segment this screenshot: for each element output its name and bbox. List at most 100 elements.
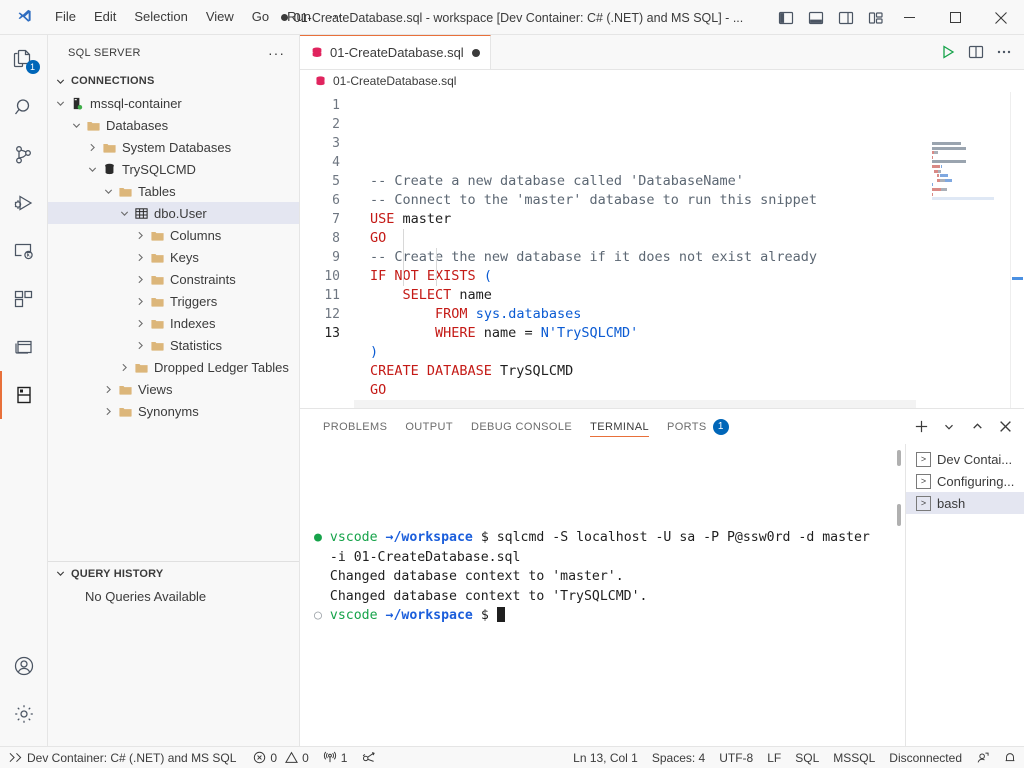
activity-item-run-and-debug[interactable] (0, 179, 48, 227)
code-editor[interactable]: 12345678910111213 -- Create a new databa… (300, 92, 1024, 408)
minimap[interactable] (924, 92, 1010, 408)
tree-item-columns[interactable]: Columns (48, 224, 299, 246)
status-eol[interactable]: LF (760, 747, 788, 768)
chevron-down-icon[interactable] (52, 98, 68, 109)
chevron-down-icon[interactable] (84, 164, 100, 175)
split-editor-button[interactable] (964, 40, 988, 64)
activity-item-database-projects[interactable] (0, 323, 48, 371)
code-line[interactable]: IF NOT EXISTS ( (354, 267, 924, 286)
maximize-button[interactable] (932, 0, 978, 35)
code-line[interactable]: GO (354, 381, 924, 400)
status-problems[interactable]: 0 0 (246, 747, 315, 768)
chevron-right-icon[interactable] (132, 252, 148, 263)
tree-item-views[interactable]: Views (48, 378, 299, 400)
code-line[interactable]: ) (354, 343, 924, 362)
chevron-down-icon[interactable] (100, 186, 116, 197)
chevron-right-icon[interactable] (132, 340, 148, 351)
tree-item-trysqlcmd[interactable]: TrySQLCMD (48, 158, 299, 180)
code-line[interactable]: -- Create a new database called 'Databas… (354, 172, 924, 191)
chevron-right-icon[interactable] (132, 318, 148, 329)
status-editor-position[interactable]: Ln 13, Col 1 (566, 747, 645, 768)
tree-item-triggers[interactable]: Triggers (48, 290, 299, 312)
status-remote-indicator[interactable]: Dev Container: C# (.NET) and MS SQL (0, 747, 246, 768)
code-line[interactable]: -- Create the new database if it does no… (354, 248, 924, 267)
chevron-right-icon[interactable] (100, 406, 116, 417)
chevron-down-icon[interactable] (68, 120, 84, 131)
code-line[interactable]: -- Connect to the 'master' database to r… (354, 191, 924, 210)
activity-item-sql-server[interactable] (0, 371, 48, 419)
code-line[interactable]: USE master (354, 210, 924, 229)
menu-more[interactable]: ⋯ (320, 5, 351, 29)
activity-item-extensions[interactable] (0, 275, 48, 323)
chevron-right-icon[interactable] (132, 296, 148, 307)
chevron-right-icon[interactable] (100, 384, 116, 395)
tree-item-dropped-ledger-tables[interactable]: Dropped Ledger Tables (48, 356, 299, 378)
code-line[interactable]: CREATE DATABASE TrySQLCMD (354, 362, 924, 381)
terminal-list-item[interactable]: >Dev Contai... (906, 448, 1024, 470)
terminal-list-item[interactable]: >Configuring... (906, 470, 1024, 492)
code-line[interactable]: SELECT name (354, 286, 924, 305)
code-line[interactable]: FROM sys.databases (354, 305, 924, 324)
toggle-primary-sidebar-icon[interactable] (776, 8, 796, 28)
code-line[interactable]: WHERE name = N'TrySQLCMD' (354, 324, 924, 343)
tree-item-databases[interactable]: Databases (48, 114, 299, 136)
run-query-button[interactable] (936, 40, 960, 64)
activity-item-explorer[interactable]: 1 (0, 35, 48, 83)
new-terminal-button[interactable] (910, 416, 932, 438)
connections-section-header[interactable]: CONNECTIONS (48, 70, 299, 92)
tree-item-constraints[interactable]: Constraints (48, 268, 299, 290)
activity-item-accounts[interactable] (0, 642, 48, 690)
chevron-right-icon[interactable] (116, 362, 132, 373)
activity-item-settings[interactable] (0, 690, 48, 738)
close-panel-button[interactable] (994, 416, 1016, 438)
tree-item-keys[interactable]: Keys (48, 246, 299, 268)
tree-item-tables[interactable]: Tables (48, 180, 299, 202)
overview-ruler[interactable] (1010, 92, 1024, 408)
status-language-mode[interactable]: SQL (788, 747, 826, 768)
terminal-scrollbar[interactable] (897, 450, 901, 466)
editor-tab-01-createdatabase[interactable]: 01-CreateDatabase.sql (300, 35, 491, 69)
menu-go[interactable]: Go (243, 5, 278, 29)
editor-more-actions-button[interactable] (992, 40, 1016, 64)
tree-item-dbo-user[interactable]: dbo.User (48, 202, 299, 224)
feedback-icon[interactable] (976, 751, 990, 765)
terminal-dropdown-button[interactable] (938, 416, 960, 438)
panel-tab-problems[interactable]: PROBLEMS (314, 409, 396, 444)
toggle-panel-icon[interactable] (806, 8, 826, 28)
chevron-right-icon[interactable] (132, 274, 148, 285)
status-mssql-status[interactable]: MSSQL (826, 747, 882, 768)
chevron-right-icon[interactable] (132, 230, 148, 241)
menu-view[interactable]: View (197, 5, 243, 29)
breadcrumb[interactable]: 01-CreateDatabase.sql (300, 70, 1024, 92)
menu-edit[interactable]: Edit (85, 5, 125, 29)
terminal-output[interactable]: ● vscode →/workspace $ sqlcmd -S localho… (300, 444, 905, 746)
tree-item-statistics[interactable]: Statistics (48, 334, 299, 356)
menu-file[interactable]: File (46, 5, 85, 29)
status-indentation[interactable]: Spaces: 4 (645, 747, 712, 768)
tree-item-indexes[interactable]: Indexes (48, 312, 299, 334)
tree-item-system-databases[interactable]: System Databases (48, 136, 299, 158)
status-encoding[interactable]: UTF-8 (712, 747, 760, 768)
customize-layout-icon[interactable] (866, 8, 886, 28)
chevron-right-icon[interactable] (84, 142, 100, 153)
status-live-share[interactable] (354, 747, 383, 768)
panel-tab-terminal[interactable]: TERMINAL (581, 409, 658, 444)
code-line[interactable] (354, 400, 916, 408)
menu-selection[interactable]: Selection (125, 5, 196, 29)
code-content[interactable]: -- Create a new database called 'Databas… (354, 92, 924, 408)
maximize-panel-button[interactable] (966, 416, 988, 438)
menu-run[interactable]: Run (278, 5, 320, 29)
close-button[interactable] (978, 0, 1024, 35)
panel-tab-debug-console[interactable]: DEBUG CONSOLE (462, 409, 581, 444)
status-mssql-connection-status[interactable]: Disconnected (882, 747, 969, 768)
minimize-button[interactable] (886, 0, 932, 35)
query-history-header[interactable]: QUERY HISTORY (48, 562, 299, 586)
status-ports[interactable]: 1 (316, 747, 355, 768)
tree-item-mssql-container[interactable]: mssql-container (48, 92, 299, 114)
sidebar-more-actions-icon[interactable]: ··· (268, 45, 291, 61)
notifications-icon[interactable] (1003, 751, 1017, 765)
code-line[interactable]: GO (354, 229, 924, 248)
tree-item-synonyms[interactable]: Synonyms (48, 400, 299, 422)
activity-item-search[interactable] (0, 83, 48, 131)
terminal-scrollbar[interactable] (897, 504, 901, 526)
